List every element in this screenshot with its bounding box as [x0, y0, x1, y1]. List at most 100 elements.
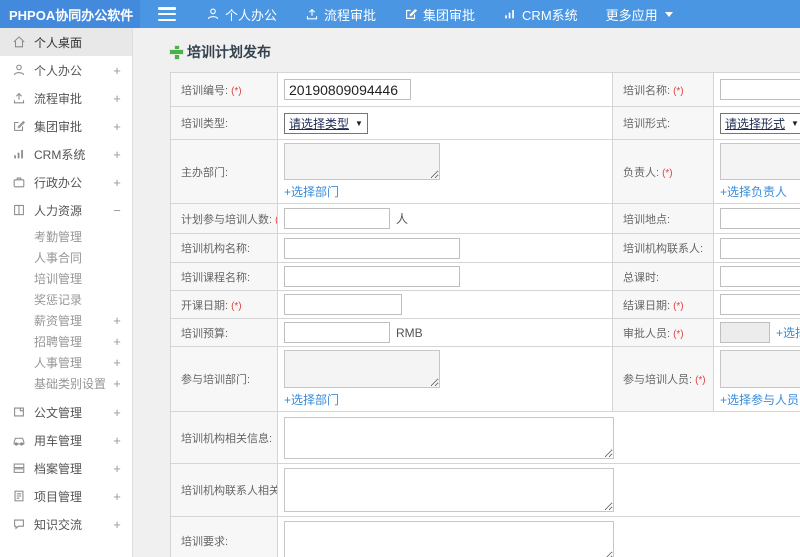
main-content: 培训计划发布 培训编号:(*) 培训名称:(*) 培训类型: 请选择类型▼ 培训…	[134, 28, 800, 557]
location-input[interactable]	[720, 208, 800, 229]
org-contact-input[interactable]	[720, 237, 800, 259]
sidebar-label: 集团审批	[34, 119, 83, 134]
field-label: 培训要求:	[170, 516, 278, 557]
course-name-input[interactable]	[284, 266, 460, 287]
participating-depts-textarea[interactable]	[284, 350, 440, 388]
sidebar-item-workflow-approval[interactable]: 流程审批 +	[0, 84, 132, 112]
sidebar-item-desktop[interactable]: 个人桌面	[0, 28, 132, 56]
sidebar-item-personal-office[interactable]: 个人办公 +	[0, 56, 132, 84]
topnav-crm[interactable]: CRM系统	[489, 0, 592, 28]
book-icon	[14, 204, 24, 216]
user-icon	[13, 64, 25, 76]
budget-input[interactable]	[284, 322, 390, 343]
leader-textarea[interactable]	[720, 143, 800, 180]
select-participants-link[interactable]: +选择参与人员	[720, 393, 799, 407]
topnav-workflow-approval[interactable]: 流程审批	[291, 0, 390, 28]
chart-icon	[505, 10, 514, 19]
sidebar-item-attendance[interactable]: 考勤管理	[0, 226, 132, 247]
field-label: 培训机构相关信息:	[170, 411, 278, 464]
topnav-more-apps[interactable]: 更多应用	[592, 0, 687, 28]
field-label: 培训机构名称:	[170, 233, 278, 263]
participants-textarea[interactable]	[720, 350, 800, 388]
sidebar-item-knowledge[interactable]: 知识交流 +	[0, 510, 132, 538]
start-date-input[interactable]	[284, 294, 402, 315]
sidebar-item-hr-contract[interactable]: 人事合同	[0, 247, 132, 268]
select-leader-link[interactable]: +选择负责人	[720, 185, 787, 199]
field-label: 负责人: (*)	[612, 139, 714, 204]
sidebar-item-project[interactable]: 项目管理 +	[0, 482, 132, 510]
top-bar: PHPOA协同办公软件 个人办公 流程审批 集团审批 CRM系统 更多应用	[0, 0, 800, 28]
sidebar-label: 人力资源	[34, 203, 83, 218]
training-name-input[interactable]	[720, 79, 800, 100]
sidebar-label: 个人桌面	[34, 35, 83, 50]
sidebar-label: 流程审批	[34, 91, 83, 106]
training-no-input[interactable]	[284, 79, 411, 100]
expand-icon: +	[113, 460, 121, 476]
app-logo: PHPOA协同办公软件	[0, 0, 140, 28]
field-label: 主办部门:	[170, 139, 278, 204]
sidebar-item-group-approval[interactable]: 集团审批 +	[0, 112, 132, 140]
chevron-down-icon: ▼	[355, 118, 363, 128]
sidebar-item-training-mgmt[interactable]: 培训管理	[0, 268, 132, 289]
expand-icon: +	[113, 62, 121, 78]
field-label: 培训预算:	[170, 318, 278, 347]
planned-count-input[interactable]	[284, 208, 390, 229]
sidebar-item-crm[interactable]: CRM系统 +	[0, 140, 132, 168]
topnav-label: 更多应用	[605, 7, 658, 23]
training-form-select[interactable]: 请选择形式 ▼	[720, 112, 800, 134]
topnav-personal-office[interactable]: 个人办公	[192, 0, 291, 28]
topnav-group-approval[interactable]: 集团审批	[390, 0, 489, 28]
top-nav: 个人办公 流程审批 集团审批 CRM系统 更多应用	[192, 0, 687, 28]
field-label: 培训课程名称:	[170, 262, 278, 291]
sidebar: 个人桌面 个人办公 + 流程审批 + 集团审批 + CRM系统 + 行政办公 +…	[0, 28, 133, 557]
edit-icon	[406, 9, 418, 19]
select-dept-link[interactable]: +选择部门	[284, 185, 339, 199]
edit-icon	[14, 120, 25, 131]
sidebar-label: 知识交流	[34, 517, 83, 532]
menu-toggle-icon[interactable]	[158, 7, 176, 21]
training-type-select[interactable]: 请选择类型 ▼	[284, 112, 368, 134]
sidebar-hr-submenu: 考勤管理 人事合同 培训管理 奖惩记录 薪资管理 + 招聘管理 + 人事管理 + 基础…	[0, 224, 132, 398]
sidebar-item-hr[interactable]: 人力资源 −	[0, 196, 132, 224]
chevron-down-icon	[664, 11, 673, 17]
sidebar-label: 个人办公	[34, 63, 83, 78]
car-icon	[13, 437, 25, 446]
sidebar-label: CRM系统	[34, 147, 86, 162]
approver-input[interactable]	[720, 322, 770, 343]
end-date-input[interactable]	[720, 294, 800, 315]
requirements-textarea[interactable]	[284, 520, 614, 557]
select-approver-link[interactable]: +选择审批人员	[776, 324, 800, 341]
expand-icon: +	[113, 355, 121, 370]
sidebar-item-base-category[interactable]: 基础类别设置 +	[0, 373, 132, 394]
expand-icon: +	[113, 334, 121, 349]
archive-icon	[13, 463, 25, 473]
field-label: 培训机构联系人:	[612, 233, 714, 263]
org-name-input[interactable]	[284, 237, 460, 259]
field-label: 培训地点:	[612, 203, 714, 234]
sidebar-item-vehicle[interactable]: 用车管理 +	[0, 426, 132, 454]
host-dept-textarea[interactable]	[284, 143, 440, 180]
org-contact-info-textarea[interactable]	[284, 468, 614, 512]
expand-icon: +	[113, 432, 121, 448]
sidebar-label: 项目管理	[34, 489, 83, 504]
total-hours-input[interactable]	[720, 266, 800, 287]
topnav-label: 个人办公	[225, 7, 278, 23]
user-icon	[207, 8, 219, 20]
expand-icon: +	[113, 90, 121, 106]
sidebar-item-official-doc[interactable]: 公文管理 +	[0, 398, 132, 426]
page-title: 培训计划发布	[170, 42, 800, 62]
sidebar-item-reward-record[interactable]: 奖惩记录	[0, 289, 132, 310]
page-title-text: 培训计划发布	[187, 44, 271, 60]
expand-icon: +	[113, 146, 121, 162]
select-dept-link[interactable]: +选择部门	[284, 393, 339, 407]
unit-suffix: 人	[396, 212, 409, 226]
sidebar-item-salary[interactable]: 薪资管理 +	[0, 310, 132, 331]
sidebar-label: 档案管理	[34, 461, 83, 476]
org-info-textarea[interactable]	[284, 416, 614, 459]
sidebar-item-archive[interactable]: 档案管理 +	[0, 454, 132, 482]
sidebar-item-recruit[interactable]: 招聘管理 +	[0, 331, 132, 352]
sidebar-item-personnel[interactable]: 人事管理 +	[0, 352, 132, 373]
expand-icon: +	[113, 516, 121, 532]
sidebar-label: 用车管理	[34, 433, 83, 448]
sidebar-item-admin-office[interactable]: 行政办公 +	[0, 168, 132, 196]
